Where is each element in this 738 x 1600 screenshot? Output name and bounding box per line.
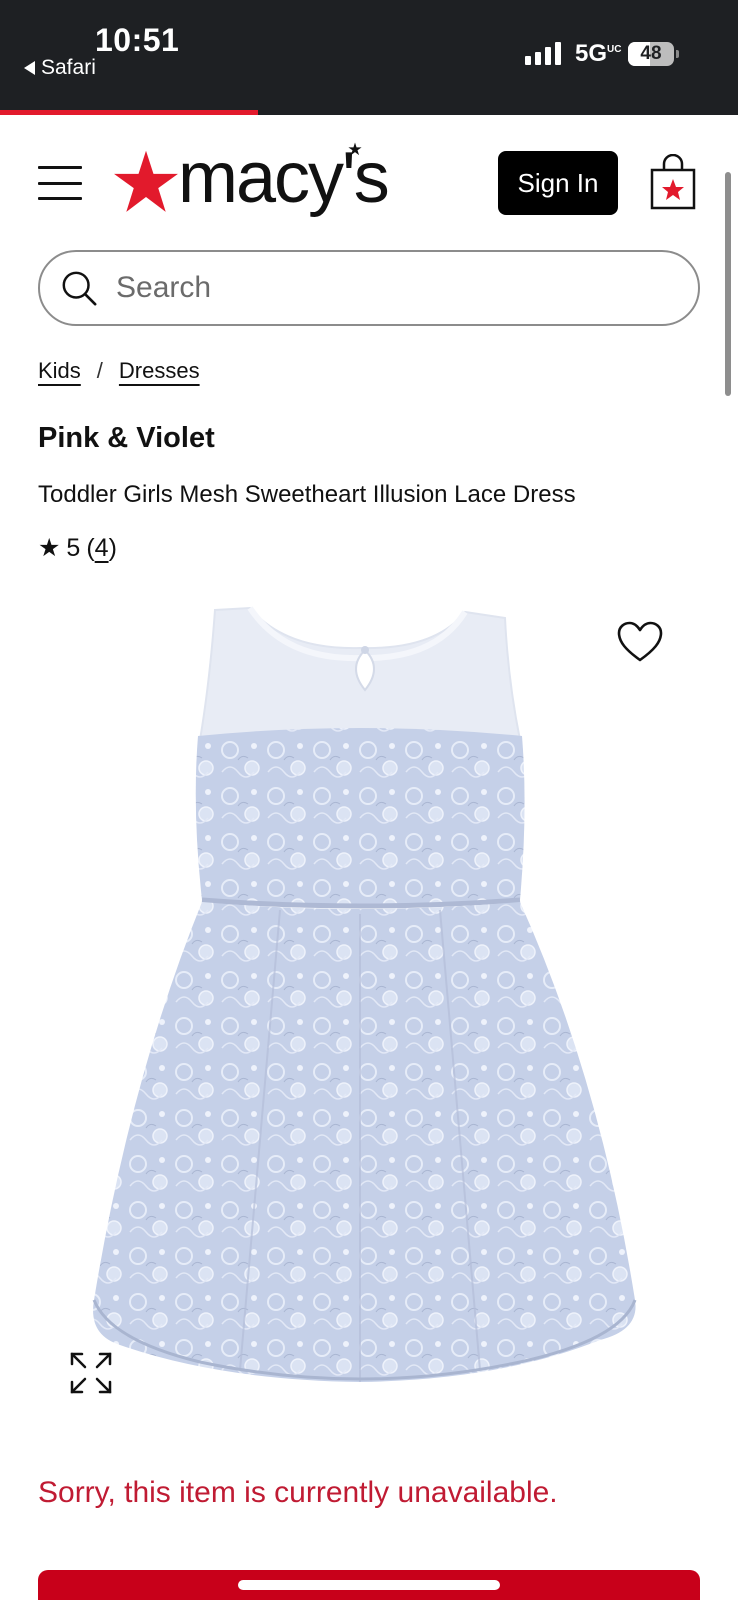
review-count[interactable]: (4) [86, 534, 117, 563]
search-bar[interactable] [38, 250, 700, 326]
battery-tip [676, 50, 679, 58]
search-icon [62, 271, 97, 306]
breadcrumb-separator: / [96, 358, 103, 383]
product-rating[interactable]: ★ 5 (4) [38, 533, 117, 563]
shopping-bag-icon[interactable] [648, 154, 698, 212]
home-indicator[interactable] [238, 1580, 500, 1590]
status-bar: 10:51 Safari 5GUC 48 [0, 0, 738, 110]
battery-icon: 48 [628, 42, 674, 66]
page-scrollbar[interactable] [725, 172, 731, 396]
network-type: 5GUC [575, 40, 622, 67]
back-to-safari[interactable]: Safari [24, 56, 96, 80]
cellular-signal-icon [525, 41, 561, 65]
back-label: Safari [41, 56, 96, 79]
heart-outline-icon[interactable] [616, 620, 664, 664]
logo-small-star-icon [348, 142, 362, 156]
back-triangle-icon [24, 61, 35, 75]
search-input[interactable] [116, 271, 676, 305]
expand-arrows-icon[interactable] [68, 1350, 114, 1396]
breadcrumb-kids[interactable]: Kids [38, 358, 81, 384]
sign-in-button[interactable]: Sign In [498, 151, 618, 215]
logo-star-icon [114, 150, 178, 212]
unavailable-message: Sorry, this item is currently unavailabl… [38, 1476, 558, 1509]
rating-star-icon: ★ [38, 534, 61, 562]
battery-level: 48 [640, 43, 662, 64]
breadcrumb: Kids / Dresses [38, 358, 200, 384]
breadcrumb-dresses[interactable]: Dresses [119, 358, 200, 384]
light-blue-lace-dress-image[interactable] [80, 600, 670, 1420]
page-load-progress [0, 110, 738, 115]
page-load-progress-fill [0, 110, 259, 115]
product-brand[interactable]: Pink & Violet [38, 422, 215, 455]
status-time: 10:51 [95, 22, 180, 58]
macys-logo[interactable]: macy's [112, 140, 390, 224]
rating-value: 5 [66, 533, 81, 562]
hamburger-menu-icon[interactable] [38, 166, 82, 200]
product-title: Toddler Girls Mesh Sweetheart Illusion L… [38, 481, 576, 508]
